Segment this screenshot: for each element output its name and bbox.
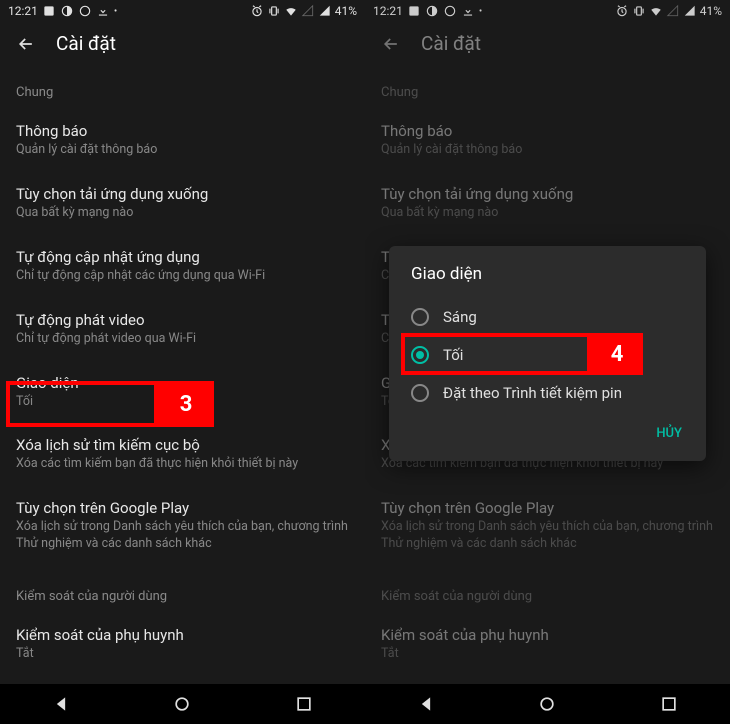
radio-icon: [411, 384, 429, 402]
item-title: Kiểm soát của phụ huynh: [16, 626, 349, 644]
page-title: Cài đặt: [421, 32, 481, 55]
item-google-play-pref[interactable]: Tùy chọn trên Google Play Xóa lịch sử tr…: [365, 487, 730, 567]
wifi-icon: [284, 4, 298, 18]
item-title: Xóa lịch sử tìm kiếm cục bộ: [16, 436, 349, 454]
circle-half-icon: [60, 4, 74, 18]
download-icon: [461, 4, 475, 18]
item-title: Thông báo: [381, 122, 714, 140]
item-clear-search[interactable]: Xóa lịch sử tìm kiếm cục bộ Xóa các tìm …: [0, 424, 365, 487]
circle-icon: [78, 4, 92, 18]
notif-icon: [407, 4, 421, 18]
dot-icon: •: [479, 6, 482, 17]
notif-icon: [42, 4, 56, 18]
radio-icon: [411, 308, 429, 326]
back-arrow-icon[interactable]: [381, 34, 401, 54]
item-notifications[interactable]: Thông báo Quản lý cài đặt thông báo: [365, 110, 730, 173]
status-bar: 12:21 • 41%: [365, 0, 730, 22]
item-title: Tùy chọn trên Google Play: [16, 499, 349, 517]
item-parental-controls[interactable]: Kiểm soát của phụ huynh Tắt: [0, 614, 365, 677]
phone-screen-right: 12:21 • 41% Cài đặt Chung Thông báo Quản…: [365, 0, 730, 724]
alarm-icon: [250, 4, 264, 18]
item-subtitle: Xóa lịch sử trong Danh sách yêu thích củ…: [381, 519, 714, 553]
vibrate-icon: [632, 4, 646, 18]
item-download-pref[interactable]: Tùy chọn tải ứng dụng xuống Qua bất kỳ m…: [0, 173, 365, 236]
item-title: Thông báo: [16, 122, 349, 140]
section-general: Chung: [0, 63, 365, 110]
item-autoplay-video[interactable]: Tự động phát video Chỉ tự động phát vide…: [0, 299, 365, 362]
signal-empty-icon: [301, 4, 315, 18]
download-icon: [96, 4, 110, 18]
wifi-icon: [649, 4, 663, 18]
item-google-play-pref[interactable]: Tùy chọn trên Google Play Xóa lịch sử tr…: [0, 487, 365, 567]
item-subtitle: Chỉ tự động cập nhật các ứng dụng qua Wi…: [16, 268, 349, 285]
nav-recent-icon[interactable]: [294, 694, 314, 714]
battery-text: 41%: [335, 4, 357, 18]
section-user-controls: Kiểm soát của người dùng: [0, 567, 365, 614]
radio-option-dark[interactable]: Tối: [389, 336, 706, 374]
radio-label: Sáng: [443, 308, 477, 326]
item-title: Tự động cập nhật ứng dụng: [16, 248, 349, 266]
radio-option-battery-saver[interactable]: Đặt theo Trình tiết kiệm pin: [389, 374, 706, 412]
theme-dialog: Giao diện Sáng Tối Đặt theo Trình tiết k…: [389, 246, 706, 461]
status-time: 12:21: [373, 4, 403, 18]
alarm-icon: [615, 4, 629, 18]
item-title: Tùy chọn tải ứng dụng xuống: [16, 185, 349, 203]
item-title: Tùy chọn tải ứng dụng xuống: [381, 185, 714, 203]
radio-label: Tối: [443, 346, 463, 364]
item-subtitle: Xóa các tìm kiếm bạn đã thực hiện khỏi t…: [16, 456, 349, 473]
item-title: Tự động phát video: [16, 311, 349, 329]
item-subtitle: Quản lý cài đặt thông báo: [16, 142, 349, 159]
cancel-button[interactable]: HỦY: [646, 418, 692, 449]
item-subtitle: Chỉ tự động phát video qua Wi-Fi: [16, 331, 349, 348]
battery-text: 41%: [700, 4, 722, 18]
app-header: Cài đặt: [365, 22, 730, 63]
radio-option-light[interactable]: Sáng: [389, 298, 706, 336]
item-subtitle: Quản lý cài đặt thông báo: [381, 142, 714, 159]
radio-checked-icon: [411, 346, 429, 364]
status-time: 12:21: [8, 4, 38, 18]
nav-bar: [365, 684, 730, 724]
nav-bar: [0, 684, 365, 724]
circle-half-icon: [425, 4, 439, 18]
page-title: Cài đặt: [56, 32, 116, 55]
item-subtitle: Xóa lịch sử trong Danh sách yêu thích củ…: [16, 519, 349, 553]
section-user-controls: Kiểm soát của người dùng: [365, 567, 730, 614]
app-header: Cài đặt: [0, 22, 365, 63]
nav-home-icon[interactable]: [172, 694, 192, 714]
status-bar: 12:21 • 41%: [0, 0, 365, 22]
nav-back-icon[interactable]: [51, 694, 71, 714]
back-arrow-icon[interactable]: [16, 34, 36, 54]
nav-home-icon[interactable]: [537, 694, 557, 714]
dialog-title: Giao diện: [389, 264, 706, 298]
annotation-number-3: 3: [158, 381, 214, 427]
phone-screen-left: 12:21 • 41% Cài đặt Chung Thông báo Quản…: [0, 0, 365, 724]
item-subtitle: Qua bất kỳ mạng nào: [16, 205, 349, 222]
item-auto-update[interactable]: Tự động cập nhật ứng dụng Chỉ tự động cậ…: [0, 236, 365, 299]
dot-icon: •: [114, 6, 117, 17]
signal-empty-icon: [666, 4, 680, 18]
circle-icon: [443, 4, 457, 18]
annotation-number-4: 4: [591, 333, 643, 375]
signal-icon: [683, 4, 697, 18]
signal-icon: [318, 4, 332, 18]
section-general: Chung: [365, 63, 730, 110]
nav-recent-icon[interactable]: [659, 694, 679, 714]
item-title: Tùy chọn trên Google Play: [381, 499, 714, 517]
item-subtitle: Tắt: [381, 646, 714, 663]
item-download-pref[interactable]: Tùy chọn tải ứng dụng xuống Qua bất kỳ m…: [365, 173, 730, 236]
nav-back-icon[interactable]: [416, 694, 436, 714]
item-title: Kiểm soát của phụ huynh: [381, 626, 714, 644]
item-notifications[interactable]: Thông báo Quản lý cài đặt thông báo: [0, 110, 365, 173]
vibrate-icon: [267, 4, 281, 18]
radio-label: Đặt theo Trình tiết kiệm pin: [443, 384, 622, 402]
item-parental-controls[interactable]: Kiểm soát của phụ huynh Tắt: [365, 614, 730, 677]
item-subtitle: Tắt: [16, 646, 349, 663]
item-subtitle: Qua bất kỳ mạng nào: [381, 205, 714, 222]
